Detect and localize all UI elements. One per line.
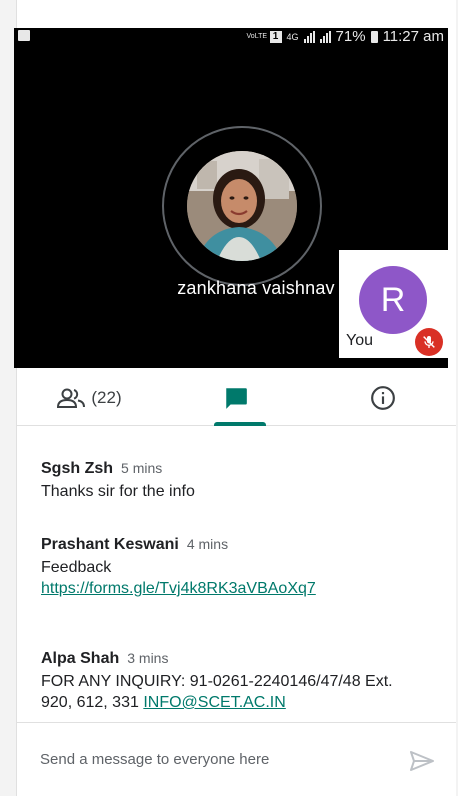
self-video-tile[interactable]: R You (339, 250, 449, 358)
message-header: Alpa Shah 3 mins (41, 650, 441, 668)
status-icons: VoLTE 1 4G 71% 11:27 am (247, 28, 444, 45)
send-icon (410, 751, 434, 771)
battery-icon (370, 30, 378, 43)
message-time: 5 mins (121, 460, 163, 476)
signal-icon-secondary (319, 30, 331, 43)
info-icon (370, 386, 395, 410)
panel-tabs: (22) (16, 370, 456, 426)
message-link-line: https://forms.gle/Tvj4k8RK3aVBAoXq7 (41, 578, 441, 599)
message-text-wrap: FOR ANY INQUIRY: 91-0261-2240146/47/48 E… (41, 671, 421, 713)
mic-off-icon (423, 336, 435, 348)
message-author: Alpa Shah (41, 650, 120, 667)
message-time: 4 mins (186, 536, 229, 552)
message-author: Sgsh Zsh (41, 460, 114, 477)
tab-people[interactable]: (22) (16, 370, 163, 426)
message-header: Prashant Keswani 4 mins (41, 536, 441, 554)
status-bar: VoLTE 1 4G 71% 11:27 am (14, 28, 448, 46)
feedback-link[interactable]: https://forms.gle/Tvj4k8RK3aVBAoXq7 (41, 580, 316, 597)
tab-chat[interactable] (163, 370, 309, 426)
message-time: 3 mins (127, 650, 169, 666)
chat-icon (226, 388, 247, 409)
self-avatar: R (359, 266, 427, 334)
send-button[interactable] (406, 745, 438, 777)
email-link[interactable]: INFO@SCET.AC.IN (143, 694, 285, 711)
chat-message: Prashant Keswani 4 mins Feedback https:/… (41, 536, 441, 599)
active-tab-indicator (214, 422, 266, 426)
chat-message: Alpa Shah 3 mins FOR ANY INQUIRY: 91-026… (41, 650, 441, 713)
chat-message: Sgsh Zsh 5 mins Thanks sir for the info (41, 460, 441, 502)
speaker-photo-icon (187, 151, 297, 261)
message-input[interactable] (40, 751, 380, 768)
volte-label: VoLTE (246, 32, 268, 40)
message-author: Prashant Keswani (41, 536, 179, 553)
speaker-avatar (187, 151, 297, 261)
mic-muted-badge (415, 328, 443, 356)
tab-info[interactable] (309, 370, 456, 426)
people-icon (57, 388, 86, 408)
self-label: You (346, 332, 373, 349)
sim-slot-icon: 1 (269, 30, 282, 43)
message-composer (16, 722, 456, 796)
message-header: Sgsh Zsh 5 mins (41, 460, 441, 478)
message-text: Thanks sir for the info (41, 483, 195, 500)
people-count: (22) (91, 388, 122, 407)
battery-percent: 71% (335, 28, 366, 45)
notification-icon (18, 30, 30, 41)
clock: 11:27 am (382, 28, 444, 45)
signal-icon (303, 30, 315, 43)
message-text: Feedback (41, 559, 112, 576)
network-type-label: 4G (286, 31, 299, 42)
